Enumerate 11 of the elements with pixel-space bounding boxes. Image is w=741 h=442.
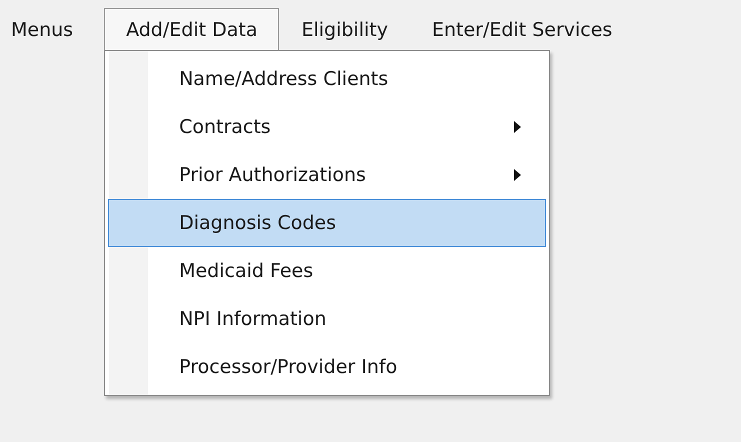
menu-item[interactable]: Diagnosis Codes (108, 199, 546, 247)
menu-title[interactable]: Add/Edit Data (104, 8, 280, 50)
menu-title[interactable]: Eligibility (279, 8, 410, 50)
menu-title[interactable]: Menus (0, 8, 94, 50)
menu-item[interactable]: Name/Address Clients (108, 55, 546, 103)
menu-item[interactable]: Medicaid Fees (108, 247, 546, 295)
menu-item[interactable]: Processor/Provider Info (108, 343, 546, 391)
menu-item[interactable]: Prior Authorizations (108, 151, 546, 199)
menu-item[interactable]: Contracts (108, 103, 546, 151)
menu-title[interactable]: Enter/Edit Services (410, 8, 634, 50)
menu-item[interactable]: NPI Information (108, 295, 546, 343)
